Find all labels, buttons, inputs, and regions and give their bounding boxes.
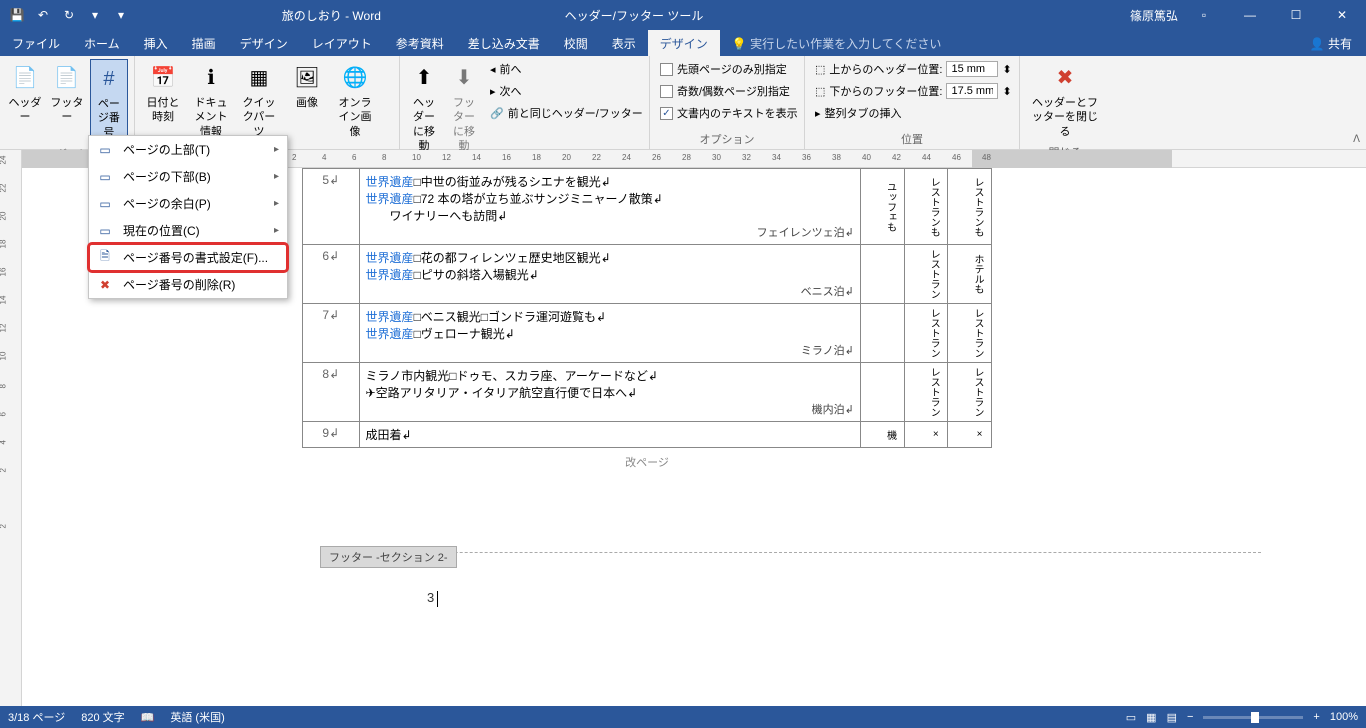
footer-from-bottom[interactable]: ⬚ 下からのフッター位置: ⬍ xyxy=(811,81,1016,101)
menu-デザイン[interactable]: デザイン xyxy=(228,30,300,56)
header-top-input[interactable] xyxy=(946,61,998,77)
next-button[interactable]: ▸ 次へ xyxy=(486,81,647,101)
close-header-footer-button[interactable]: ✖ヘッダーとフッターを閉じる xyxy=(1026,59,1104,142)
menu-bar: ファイルホーム挿入描画デザインレイアウト参考資料差し込み文書校閲表示デザイン💡 … xyxy=(0,30,1366,56)
table-row: 5↲世界遺産□中世の街並みが残るシエナを観光↲世界遺産□72 本の塔が立ち並ぶサ… xyxy=(303,169,992,245)
page-break-label: 改ページ xyxy=(302,454,992,470)
menu-参考資料[interactable]: 参考資料 xyxy=(384,30,456,56)
page-number-button[interactable]: #ページ番号 xyxy=(90,59,128,144)
opt-show-text[interactable]: 文書内のテキストを表示 xyxy=(656,103,802,123)
maximize-icon[interactable]: ☐ xyxy=(1276,0,1316,30)
footer-button[interactable]: 📄フッター xyxy=(48,59,86,128)
opt-odd-even[interactable]: 奇数/偶数ページ別指定 xyxy=(656,81,802,101)
title-bar: 💾 ↶ ↻ ▾ ▾ 旅のしおり - Word ヘッダー/フッター ツール 篠原篤… xyxy=(0,0,1366,30)
zoom-in-icon[interactable]: + xyxy=(1313,711,1319,723)
ribbon: 📄ヘッダー 📄フッター #ページ番号 ヘッダーとフ 📅日付と時刻 ℹドキュメント… xyxy=(0,56,1366,150)
save-icon[interactable]: 💾 xyxy=(6,4,28,26)
online-image-button[interactable]: 🌐オンライン画像 xyxy=(333,59,377,142)
quick-access-toolbar: 💾 ↶ ↻ ▾ ▾ xyxy=(0,4,138,26)
close-icon[interactable]: ✕ xyxy=(1322,0,1362,30)
menu-差し込み文書[interactable]: 差し込み文書 xyxy=(456,30,552,56)
menu-描画[interactable]: 描画 xyxy=(180,30,228,56)
group-label-position: 位置 xyxy=(811,129,1013,149)
header-button[interactable]: 📄ヘッダー xyxy=(6,59,44,128)
repeat-icon[interactable]: ▾ xyxy=(84,4,106,26)
status-page[interactable]: 3/18 ページ xyxy=(8,709,65,725)
tell-me-search[interactable]: 💡 実行したい作業を入力してください xyxy=(720,30,1296,56)
menu-ファイル[interactable]: ファイル xyxy=(0,30,72,56)
menu-デザイン[interactable]: デザイン xyxy=(648,30,720,56)
group-label-options: オプション xyxy=(656,129,798,149)
dd-page-bottom[interactable]: ▭ページの下部(B)▸ xyxy=(89,163,287,190)
view-print-icon[interactable]: ▦ xyxy=(1146,711,1156,724)
zoom-level[interactable]: 100% xyxy=(1330,711,1358,723)
page-canvas[interactable]: 5↲世界遺産□中世の街並みが残るシエナを観光↲世界遺産□72 本の塔が立ち並ぶサ… xyxy=(302,168,992,470)
zoom-out-icon[interactable]: − xyxy=(1187,711,1193,723)
image-button[interactable]: 🖼画像 xyxy=(285,59,329,113)
dd-page-margin[interactable]: ▭ページの余白(P)▸ xyxy=(89,190,287,217)
dd-page-top[interactable]: ▭ページの上部(T)▸ xyxy=(89,136,287,163)
itinerary-table: 5↲世界遺産□中世の街並みが残るシエナを観光↲世界遺産□72 本の塔が立ち並ぶサ… xyxy=(302,168,992,448)
goto-header-button[interactable]: ⬆ヘッダーに移動 xyxy=(406,59,442,156)
goto-footer-button[interactable]: ⬇フッターに移動 xyxy=(446,59,482,156)
datetime-button[interactable]: 📅日付と時刻 xyxy=(141,59,185,128)
status-proof-icon[interactable]: 📖 xyxy=(141,711,155,724)
footer-section-tag: フッター -セクション 2- xyxy=(320,546,457,568)
ribbon-display-icon[interactable]: ▫ xyxy=(1184,0,1224,30)
undo-icon[interactable]: ↶ xyxy=(32,4,54,26)
table-row: 7↲世界遺産□ベニス観光□ゴンドラ運河遊覧も↲世界遺産□ヴェローナ観光↲ミラノ泊… xyxy=(303,304,992,363)
menu-ホーム[interactable]: ホーム xyxy=(72,30,132,56)
menu-校閲[interactable]: 校閲 xyxy=(552,30,600,56)
window-title: 旅のしおり - Word xyxy=(138,7,525,24)
menu-レイアウト[interactable]: レイアウト xyxy=(300,30,384,56)
menu-挿入[interactable]: 挿入 xyxy=(132,30,180,56)
view-web-icon[interactable]: ▤ xyxy=(1167,711,1177,724)
context-tab-title: ヘッダー/フッター ツール xyxy=(525,7,744,24)
menu-表示[interactable]: 表示 xyxy=(600,30,648,56)
quickparts-button[interactable]: ▦クイックパーツ xyxy=(237,59,281,142)
collapse-ribbon-icon[interactable]: ᐱ xyxy=(1353,134,1360,145)
header-from-top[interactable]: ⬚ 上からのヘッダー位置: ⬍ xyxy=(811,59,1016,79)
link-prev-button[interactable]: 🔗 前と同じヘッダー/フッター xyxy=(486,103,647,123)
customize-qat-icon[interactable]: ▾ xyxy=(110,4,132,26)
status-bar: 3/18 ページ 820 文字 📖 英語 (米国) ▭ ▦ ▤ − + 100% xyxy=(0,706,1366,728)
vertical-ruler[interactable]: 242220181614121086422 xyxy=(0,150,22,706)
view-readmode-icon[interactable]: ▭ xyxy=(1126,711,1136,724)
status-lang[interactable]: 英語 (米国) xyxy=(170,709,224,725)
dd-current-pos[interactable]: ▭現在の位置(C)▸ xyxy=(89,217,287,244)
prev-button[interactable]: ◂ 前へ xyxy=(486,59,647,79)
zoom-slider[interactable] xyxy=(1203,716,1303,719)
opt-first-page[interactable]: 先頭ページのみ別指定 xyxy=(656,59,802,79)
share-button[interactable]: 👤 共有 xyxy=(1296,30,1366,56)
status-words[interactable]: 820 文字 xyxy=(81,709,124,725)
align-tab-button[interactable]: ▸ 整列タブの挿入 xyxy=(811,103,1016,123)
footer-boundary xyxy=(320,552,1261,553)
user-name: 篠原篤弘 xyxy=(1130,7,1178,24)
footer-page-number[interactable]: 3 xyxy=(427,590,434,605)
footer-bottom-input[interactable] xyxy=(946,83,998,99)
table-row: 9↲成田着↲機×× xyxy=(303,422,992,448)
page-number-dropdown: ▭ページの上部(T)▸ ▭ページの下部(B)▸ ▭ページの余白(P)▸ ▭現在の… xyxy=(88,135,288,299)
docinfo-button[interactable]: ℹドキュメント情報 xyxy=(189,59,233,142)
table-row: 6↲世界遺産□花の都フィレンツェ歴史地区観光↲世界遺産□ピサの斜塔入場観光↲ベニ… xyxy=(303,245,992,304)
dd-remove-page-num[interactable]: ✖ページ番号の削除(R) xyxy=(89,271,287,298)
redo-icon[interactable]: ↻ xyxy=(58,4,80,26)
table-row: 8↲ミラノ市内観光□ドゥモ、スカラ座、アーケードなど↲✈空路アリタリア・イタリア… xyxy=(303,363,992,422)
minimize-icon[interactable]: — xyxy=(1230,0,1270,30)
dd-format-page-num[interactable]: 🗎ページ番号の書式設定(F)... xyxy=(89,244,287,271)
